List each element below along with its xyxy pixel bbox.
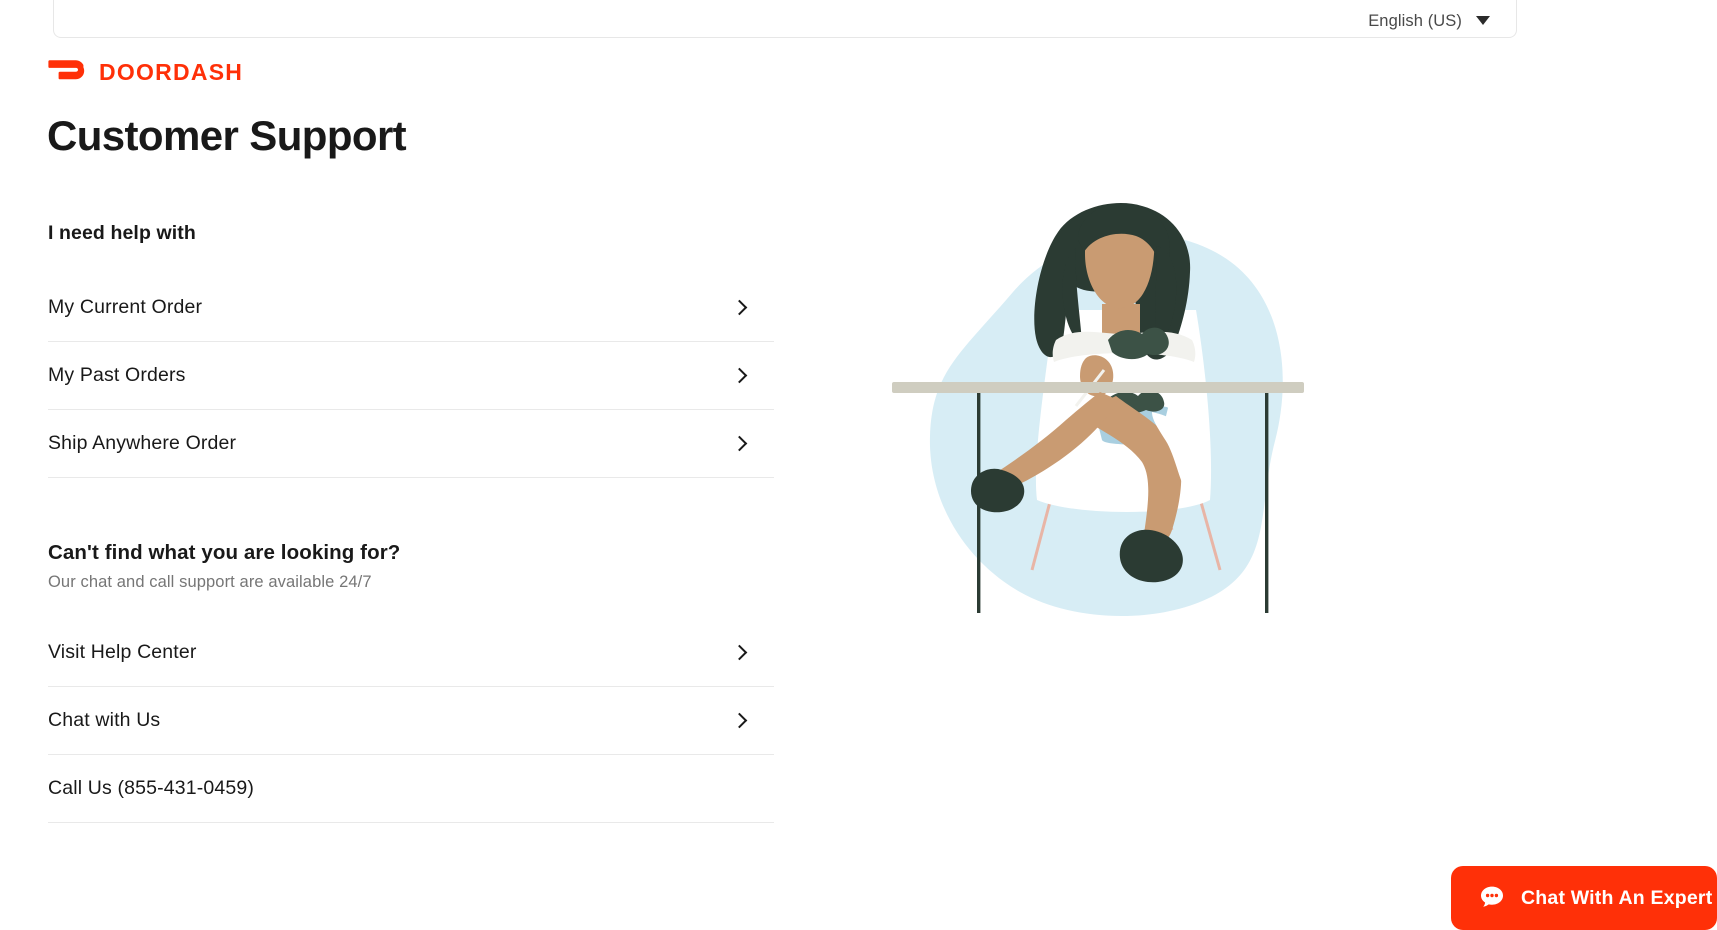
- support-page: English (US) DOORDASH Customer Support I…: [0, 0, 1717, 930]
- list-item-chat-with-us[interactable]: Chat with Us: [48, 687, 774, 755]
- list-item-label: Visit Help Center: [48, 641, 197, 663]
- list-item-label: My Current Order: [48, 296, 203, 318]
- language-selector-label: English (US): [1368, 11, 1462, 30]
- doordash-wordmark: DOORDASH: [99, 58, 244, 85]
- chevron-right-icon: [731, 367, 748, 384]
- help-topics-list: My Current Order My Past Orders Ship Any…: [48, 274, 774, 478]
- chevron-down-icon: [1476, 16, 1490, 26]
- chevron-right-icon: [731, 435, 748, 452]
- list-item-label: My Past Orders: [48, 364, 186, 386]
- support-left-column: I need help with My Current Order My Pas…: [48, 222, 774, 823]
- support-section-heading: Can't find what you are looking for?: [48, 541, 401, 564]
- doordash-swoosh-icon: [48, 59, 86, 85]
- list-item-visit-help-center[interactable]: Visit Help Center: [48, 619, 774, 687]
- page-title: Customer Support: [47, 112, 407, 159]
- list-item-label: Call Us (855-431-0459): [48, 777, 254, 799]
- list-item-ship-anywhere-order[interactable]: Ship Anywhere Order: [48, 410, 774, 478]
- list-item-call-us[interactable]: Call Us (855-431-0459): [48, 755, 774, 823]
- language-bar: English (US): [53, 0, 1517, 38]
- chat-bubble-icon: [1479, 884, 1505, 913]
- list-item-label: Chat with Us: [48, 709, 161, 731]
- chat-button-label: Chat With An Expert: [1521, 886, 1713, 909]
- doordash-logo[interactable]: DOORDASH: [48, 57, 243, 87]
- chat-with-an-expert-button[interactable]: Chat With An Expert: [1451, 866, 1717, 930]
- chevron-right-icon: [731, 712, 748, 729]
- list-item-my-current-order[interactable]: My Current Order: [48, 274, 774, 342]
- language-selector[interactable]: English (US): [1366, 11, 1492, 32]
- chevron-right-icon: [731, 299, 748, 316]
- chevron-right-icon: [731, 644, 748, 661]
- list-item-label: Ship Anywhere Order: [48, 432, 237, 454]
- support-options-list: Visit Help Center Chat with Us Call Us (…: [48, 619, 774, 823]
- woman-eating-salad-illustration: [880, 200, 1360, 640]
- support-section-subtext: Our chat and call support are available …: [48, 573, 372, 591]
- list-item-my-past-orders[interactable]: My Past Orders: [48, 342, 774, 410]
- help-section-heading: I need help with: [48, 222, 196, 244]
